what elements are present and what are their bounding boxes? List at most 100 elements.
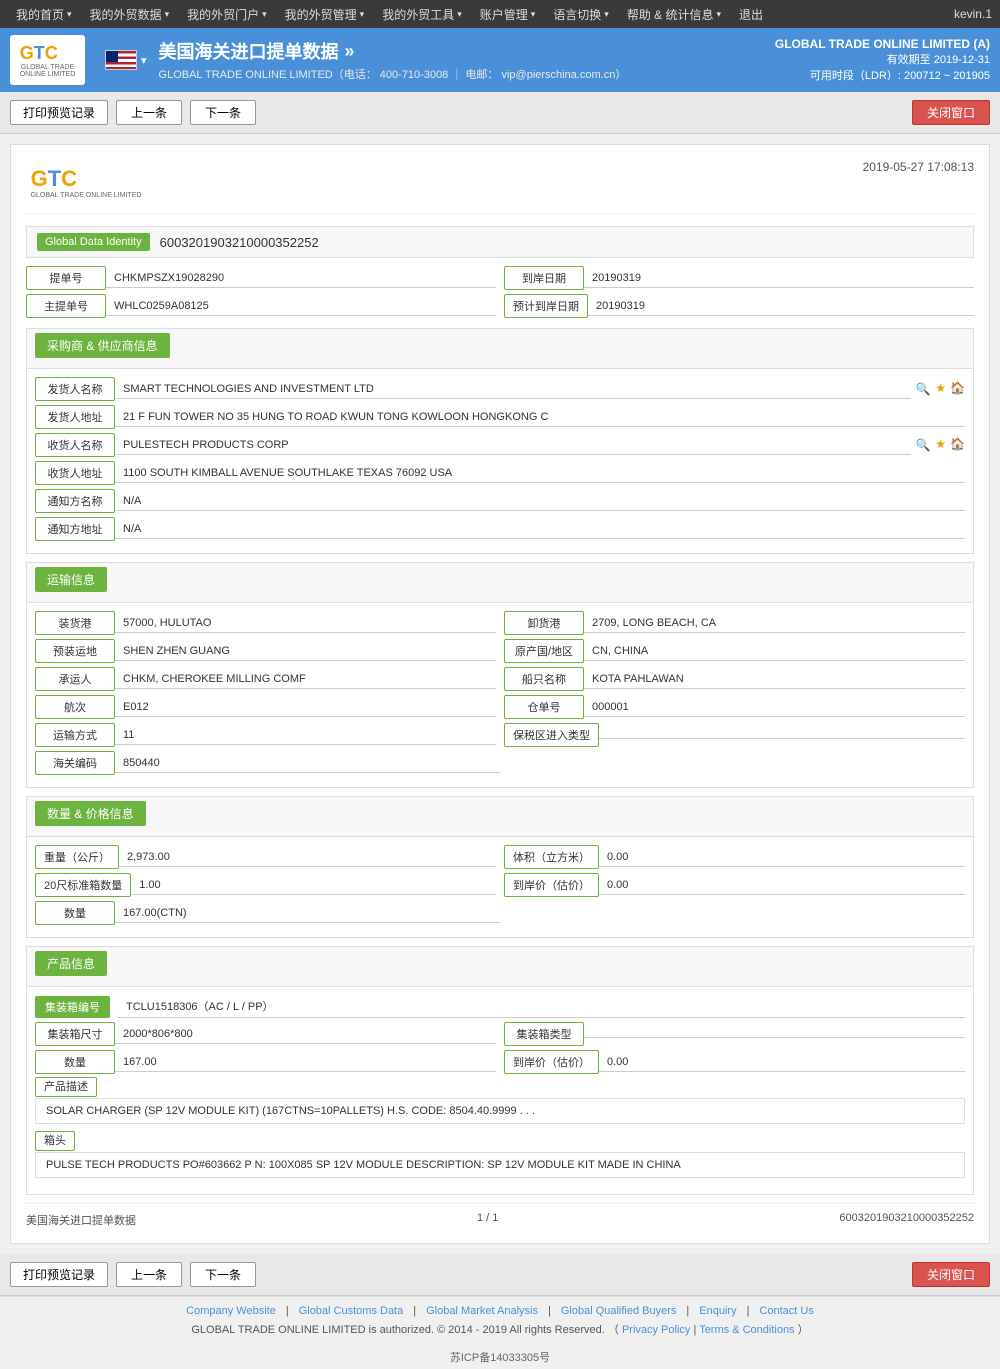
container-type-label: 集装箱类型 [504, 1022, 584, 1046]
estimated-date-label: 预计到岸日期 [504, 294, 588, 318]
shipper-name-value: SMART TECHNOLOGIES AND INVESTMENT LTD [115, 380, 911, 399]
shipper-home-icon[interactable]: 🏠 [950, 381, 965, 397]
footer-enquiry[interactable]: Enquiry [699, 1305, 736, 1317]
consignee-addr-label: 收货人地址 [35, 461, 115, 485]
consignee-star-icon[interactable]: ★ [935, 437, 946, 453]
container-size-label: 集装箱尺寸 [35, 1022, 115, 1046]
company-name: GLOBAL TRADE ONLINE LIMITED (A) [775, 37, 990, 51]
product-landed-price-value: 0.00 [599, 1053, 965, 1072]
next-button-top[interactable]: 下一条 [190, 100, 256, 125]
notify-addr-value: N/A [115, 520, 965, 539]
voyage-label: 航次 [35, 695, 115, 719]
notify-name-field: 通知方名称 N/A [35, 489, 965, 513]
transport-mode-value: 11 [115, 726, 496, 745]
arrival-date-value: 20190319 [584, 269, 974, 288]
document-card: GTC GLOBAL TRADE ONLINE LIMITED 2019-05-… [10, 144, 990, 1244]
bill-no-field: 提单号 CHKMPSZX19028290 [26, 266, 496, 290]
nav-manage[interactable]: 我的外贸管理▾ [277, 0, 373, 28]
top-navigation: 我的首页▾ 我的外贸数据▾ 我的外贸门户▾ 我的外贸管理▾ 我的外贸工具▾ 账户… [0, 0, 1000, 28]
consignee-name-row: 收货人名称 PULESTECH PRODUCTS CORP 🔍 ★ 🏠 [35, 433, 965, 457]
consignee-addr-row: 收货人地址 1100 SOUTH KIMBALL AVENUE SOUTHLAK… [35, 461, 965, 485]
consignee-addr-field: 收货人地址 1100 SOUTH KIMBALL AVENUE SOUTHLAK… [35, 461, 965, 485]
pre-carriage-value: SHEN ZHEN GUANG [115, 642, 496, 661]
nav-portal[interactable]: 我的外贸门户▾ [179, 0, 275, 28]
consignee-name-label: 收货人名称 [35, 433, 115, 457]
transport-title: 运输信息 [35, 567, 107, 592]
prev-button-top[interactable]: 上一条 [116, 100, 182, 125]
estimated-date-value: 20190319 [588, 297, 974, 316]
flag-area: ▾ [105, 50, 147, 70]
buyer-supplier-title-bar: 采购商 & 供应商信息 [27, 329, 973, 369]
quantity-label: 数量 [35, 901, 115, 925]
doc-footer-right: 6003201903210000352252 [839, 1212, 974, 1228]
prev-button-bottom[interactable]: 上一条 [116, 1262, 182, 1287]
product-quantity-price-row: 数量 167.00 到岸价（估价） 0.00 [35, 1050, 965, 1074]
document-footer: 美国海关进口提单数据 1 / 1 6003201903210000352252 [26, 1203, 974, 1228]
nav-home[interactable]: 我的首页▾ [8, 0, 80, 28]
header-main-title: 美国海关进口提单数据 » [159, 38, 775, 64]
nav-trade-data[interactable]: 我的外贸数据▾ [82, 0, 178, 28]
nav-tools[interactable]: 我的外贸工具▾ [374, 0, 470, 28]
consignee-name-field: 收货人名称 PULESTECH PRODUCTS CORP 🔍 ★ 🏠 [35, 433, 965, 457]
close-button-top[interactable]: 关闭窗口 [912, 100, 990, 125]
container-type-value [584, 1031, 965, 1038]
footer-terms[interactable]: Terms & Conditions [699, 1324, 794, 1336]
valid-until: 有效期至 2019-12-31 [775, 51, 990, 67]
quantity-price-title: 数量 & 价格信息 [35, 801, 146, 826]
quantity-field: 数量 167.00(CTN) [35, 901, 500, 925]
customs-code-value: 850440 [115, 754, 500, 773]
footer-privacy[interactable]: Privacy Policy [622, 1324, 690, 1336]
footer-market-analysis[interactable]: Global Market Analysis [426, 1305, 538, 1317]
nav-help[interactable]: 帮助 & 统计信息▾ [619, 0, 729, 28]
weight-value: 2,973.00 [119, 848, 496, 867]
discharge-port-label: 卸货港 [504, 611, 584, 635]
footer-company-website[interactable]: Company Website [186, 1305, 276, 1317]
notify-name-row: 通知方名称 N/A [35, 489, 965, 513]
container-type-field: 集装箱类型 [504, 1022, 965, 1046]
print-button-bottom[interactable]: 打印预览记录 [10, 1262, 108, 1287]
arrival-date-label: 到岸日期 [504, 266, 584, 290]
shipper-star-icon[interactable]: ★ [935, 381, 946, 397]
shipper-search-icon[interactable]: 🔍 [915, 381, 931, 397]
next-button-bottom[interactable]: 下一条 [190, 1262, 256, 1287]
product-landed-price-field: 到岸价（估价） 0.00 [504, 1050, 965, 1074]
description-label: 产品描述 [35, 1077, 97, 1097]
close-button-bottom[interactable]: 关闭窗口 [912, 1262, 990, 1287]
discharge-port-value: 2709, LONG BEACH, CA [584, 614, 965, 633]
port-row: 装货港 57000, HULUTAO 卸货港 2709, LONG BEACH,… [35, 611, 965, 635]
transport-section: 运输信息 装货港 57000, HULUTAO 卸货港 2709, LONG B… [26, 562, 974, 788]
main-bill-no-label: 主提单号 [26, 294, 106, 318]
print-button-top[interactable]: 打印预览记录 [10, 100, 108, 125]
quantity-price-title-bar: 数量 & 价格信息 [27, 797, 973, 837]
nav-account[interactable]: 账户管理▾ [472, 0, 544, 28]
logo-image: GTC GLOBAL TRADEONLINE LIMITED [10, 35, 85, 85]
bill-no-value: CHKMPSZX19028290 [106, 269, 496, 288]
shipper-name-field: 发货人名称 SMART TECHNOLOGIES AND INVESTMENT … [35, 377, 965, 401]
product-quantity-label: 数量 [35, 1050, 115, 1074]
nav-language[interactable]: 语言切换▾ [545, 0, 617, 28]
main-content: GTC GLOBAL TRADE ONLINE LIMITED 2019-05-… [0, 134, 1000, 1254]
consignee-search-icon[interactable]: 🔍 [915, 437, 931, 453]
weight-volume-row: 重量（公斤） 2,973.00 体积（立方米） 0.00 [35, 845, 965, 869]
footer-contact-us[interactable]: Contact Us [759, 1305, 813, 1317]
container20-price-row: 20尺标准箱数量 1.00 到岸价（估价） 0.00 [35, 873, 965, 897]
notify-name-label: 通知方名称 [35, 489, 115, 513]
consignee-home-icon[interactable]: 🏠 [950, 437, 965, 453]
shipper-addr-field: 发货人地址 21 F FUN TOWER NO 35 HUNG TO ROAD … [35, 405, 965, 429]
container20-value: 1.00 [131, 876, 496, 895]
arrival-date-field: 到岸日期 20190319 [504, 266, 974, 290]
notify-addr-field: 通知方地址 N/A [35, 517, 965, 541]
page-footer: Company Website | Global Customs Data | … [0, 1296, 1000, 1345]
nav-logout[interactable]: 退出 [731, 0, 771, 28]
consignee-addr-value: 1100 SOUTH KIMBALL AVENUE SOUTHLAKE TEXA… [115, 464, 965, 483]
shipper-addr-label: 发货人地址 [35, 405, 115, 429]
bill-of-lading-label: 仓单号 [504, 695, 584, 719]
document-logo: GTC GLOBAL TRADE ONLINE LIMITED [26, 160, 146, 205]
description-row: 产品描述 SOLAR CHARGER (SP 12V MODULE KIT) (… [35, 1078, 965, 1128]
footer-qualified-buyers[interactable]: Global Qualified Buyers [561, 1305, 677, 1317]
header-bar: GTC GLOBAL TRADEONLINE LIMITED ▾ 美国海关进口提… [0, 28, 1000, 92]
weight-label: 重量（公斤） [35, 845, 119, 869]
notify-addr-row: 通知方地址 N/A [35, 517, 965, 541]
footer-customs-data[interactable]: Global Customs Data [299, 1305, 404, 1317]
load-port-value: 57000, HULUTAO [115, 614, 496, 633]
